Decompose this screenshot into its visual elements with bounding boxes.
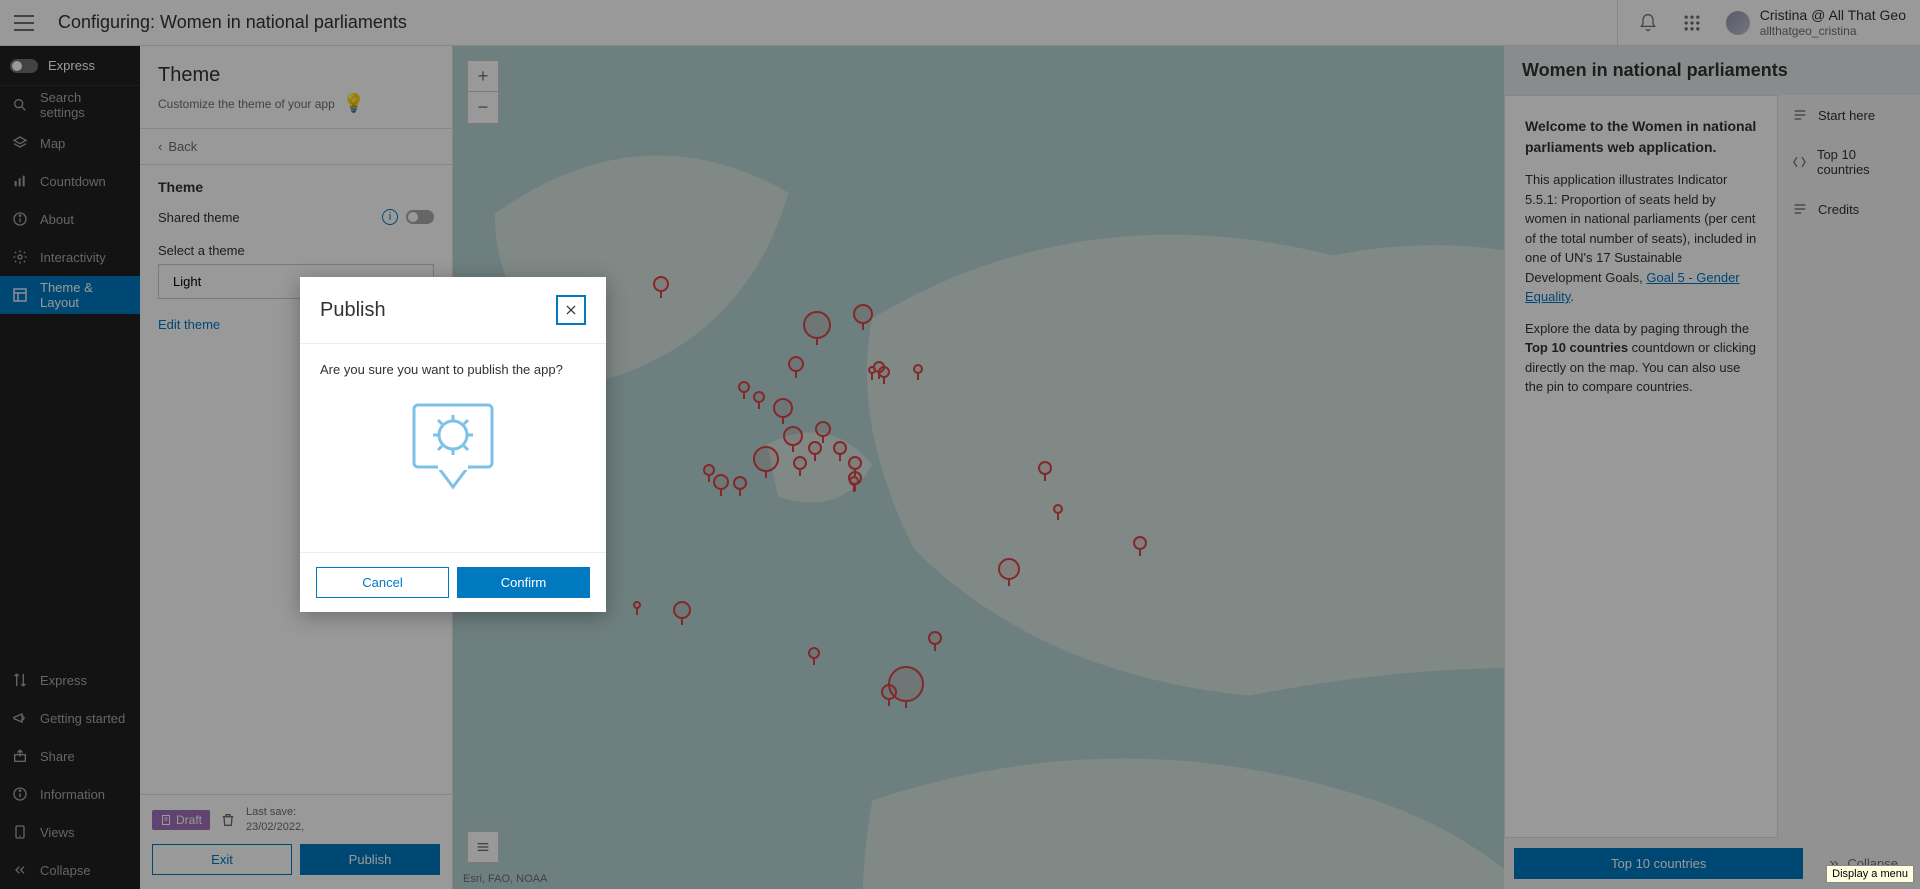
modal-footer: Cancel Confirm [300, 552, 606, 612]
modal-body: Are you sure you want to publish the app… [300, 344, 606, 552]
modal-title: Publish [320, 299, 386, 322]
context-tooltip: Display a menu [1826, 865, 1914, 883]
publish-modal: Publish Are you sure you want to publish… [300, 277, 606, 612]
confirm-button[interactable]: Confirm [457, 567, 590, 598]
modal-overlay[interactable]: Publish Are you sure you want to publish… [0, 0, 1920, 889]
modal-message: Are you sure you want to publish the app… [320, 362, 586, 377]
modal-close-button[interactable] [556, 295, 586, 325]
modal-header: Publish [300, 277, 606, 344]
close-icon [564, 303, 578, 317]
modal-illustration [320, 399, 586, 494]
cancel-button[interactable]: Cancel [316, 567, 449, 598]
publish-illustration-icon [408, 399, 498, 494]
